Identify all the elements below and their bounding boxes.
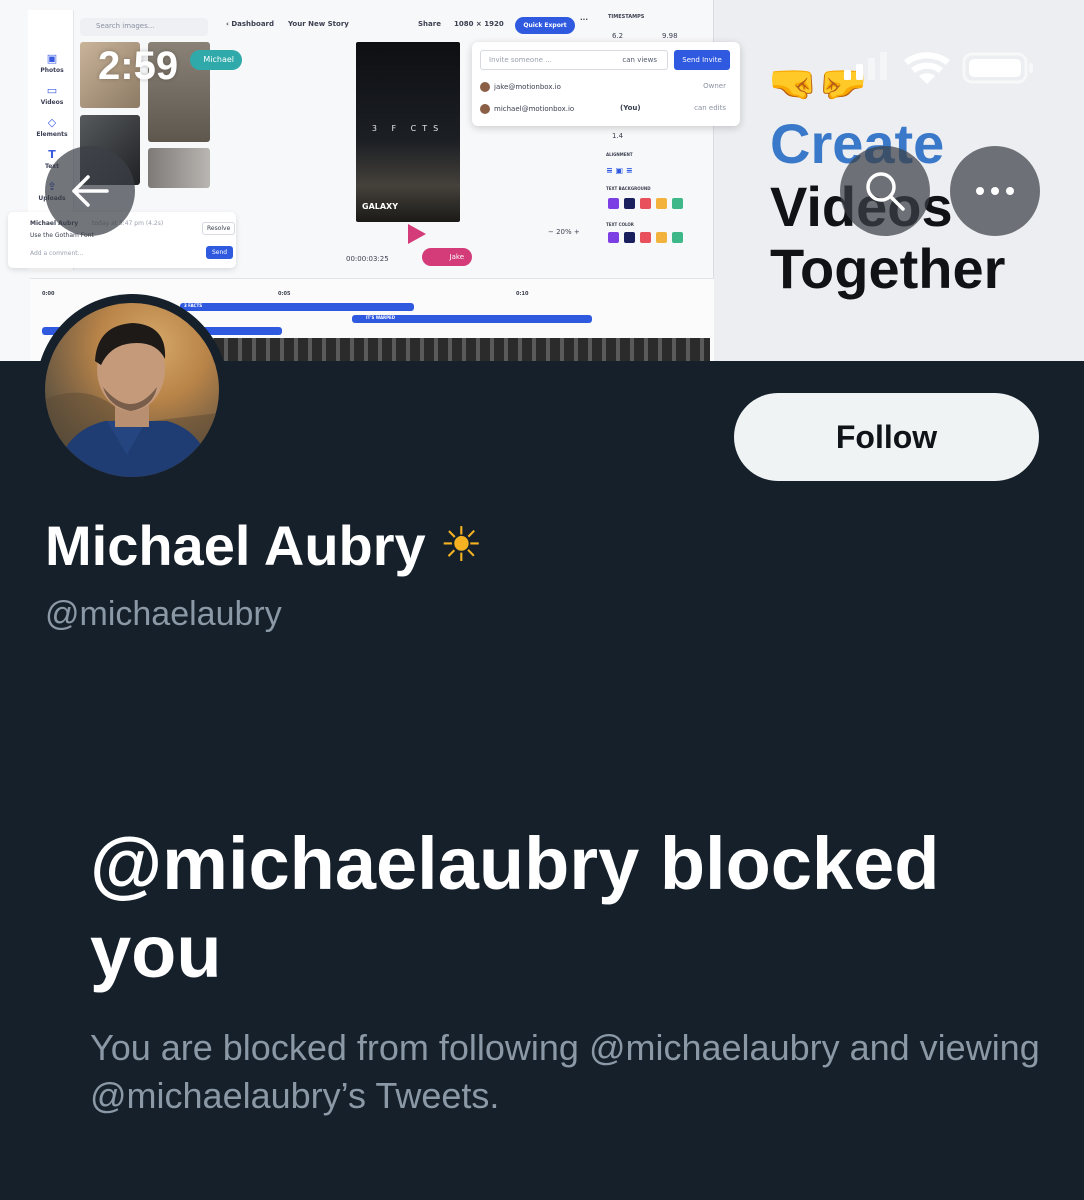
member-avatar	[480, 82, 490, 92]
invite-input: Invite someone ... can views	[480, 50, 668, 70]
more-dots-icon	[976, 187, 1014, 195]
collaborator-tag-jake: Jake	[422, 248, 472, 266]
rail-elements-label: Elements	[36, 131, 68, 138]
line-height-value: 1.4	[612, 132, 624, 140]
search-button[interactable]	[840, 146, 930, 236]
timestamps-label: TIMESTAMPS	[608, 14, 645, 20]
invite-panel: Invite someone ... can views Send Invite…	[472, 42, 740, 126]
breadcrumb-dashboard: ‹ Dashboard	[226, 20, 275, 28]
photo-thumb	[148, 148, 210, 188]
search-icon	[866, 172, 905, 211]
swatch	[624, 232, 635, 243]
member-role: can edits	[694, 104, 726, 112]
avatar-portrait	[45, 323, 219, 477]
arrow-left-icon	[72, 175, 109, 207]
more-icon: ···	[580, 16, 588, 24]
rail-videos-label: Videos	[40, 99, 64, 106]
swatch	[640, 198, 651, 209]
alignment-label: ALIGNMENT	[606, 152, 633, 157]
playhead-time: 00:00:03:25	[346, 255, 389, 263]
zoom-level: − 20% +	[548, 228, 580, 236]
breadcrumb-dashboard-label: Dashboard	[231, 20, 275, 28]
member-row: michael@motionbox.io (You) can edits	[480, 104, 732, 120]
tick-label: 0:00	[42, 291, 55, 297]
display-name: Michael Aubry ☀	[45, 512, 483, 579]
timestamp-start: 6.2	[612, 32, 624, 40]
comment-input: Add a comment...	[30, 250, 84, 257]
sun-icon: ☀	[439, 517, 483, 573]
track-label: 3 FACTS	[184, 303, 203, 308]
canvas-size: 1080 × 1920	[454, 20, 504, 28]
status-time: 2:59	[98, 44, 179, 88]
invite-permission: can views	[622, 56, 657, 64]
photos-icon: ▣	[46, 52, 58, 65]
swatch	[672, 232, 683, 243]
swatch	[656, 232, 667, 243]
avatar[interactable]	[45, 303, 219, 477]
timestamp-end: 9.98	[662, 32, 678, 40]
back-button[interactable]	[45, 146, 135, 236]
battery-icon	[962, 52, 1033, 84]
align-center-icon: ≡ ▣ ≡	[606, 166, 633, 175]
text-background-label: TEXT BACKGROUND	[606, 186, 651, 191]
track-label: IT'S WARPED	[366, 315, 396, 320]
filmstrip	[200, 338, 710, 361]
breadcrumb-story: Your New Story	[288, 20, 349, 28]
collaborator-tag-michael: Michael	[190, 50, 242, 70]
swatch	[672, 198, 683, 209]
tick-label: 0:05	[278, 291, 291, 297]
swatch	[608, 198, 619, 209]
member-row: jake@motionbox.io Owner	[480, 82, 732, 98]
member-avatar	[480, 104, 490, 114]
send-invite-button: Send Invite	[674, 50, 730, 70]
blocked-description: You are blocked from following @michaela…	[90, 1027, 1040, 1116]
more-button[interactable]	[950, 146, 1040, 236]
canvas-preview: 3 F CTS GALAXY	[356, 42, 460, 222]
comment-send-button: Send	[206, 246, 234, 259]
swatch	[640, 232, 651, 243]
share-link: Share	[418, 20, 441, 28]
rail-elements: ◇ Elements	[30, 116, 74, 138]
swatch	[608, 232, 619, 243]
canvas-subtitle: GALAXY	[362, 202, 399, 211]
rail-videos: ▭ Videos	[30, 84, 74, 106]
app-search-input: Search images...	[80, 18, 208, 36]
zoom-value: 20%	[556, 228, 572, 236]
videos-icon: ▭	[46, 84, 58, 97]
track-bar	[180, 303, 414, 311]
elements-icon: ◇	[47, 116, 57, 129]
member-email: michael@motionbox.io	[494, 105, 575, 113]
invite-placeholder: Invite someone ...	[489, 56, 552, 64]
profile-handle: @michaelaubry	[45, 595, 282, 633]
banner-headline-together: Together	[770, 237, 1006, 300]
blocked-title: @michaelaubry blocked you	[90, 822, 940, 993]
rail-photos: ▣ Photos	[30, 52, 74, 74]
swatch	[656, 198, 667, 209]
signal-icon	[844, 52, 887, 80]
quick-export-button: Quick Export	[515, 17, 575, 34]
follow-button[interactable]: Follow	[734, 393, 1039, 481]
tick-label: 0:10	[516, 291, 529, 297]
resolve-button: Resolve	[202, 222, 236, 235]
cursor-pointer-icon	[408, 224, 426, 244]
wifi-icon	[904, 52, 950, 84]
member-you-tag: (You)	[620, 104, 641, 112]
display-name-text: Michael Aubry	[45, 514, 426, 577]
text-color-label: TEXT COLOR	[606, 222, 634, 227]
rail-photos-label: Photos	[40, 67, 64, 74]
member-role: Owner	[703, 82, 726, 90]
status-icons	[844, 52, 1033, 84]
canvas-title: 3 F CTS	[371, 124, 445, 133]
member-email: jake@motionbox.io	[494, 83, 561, 91]
swatch	[624, 198, 635, 209]
